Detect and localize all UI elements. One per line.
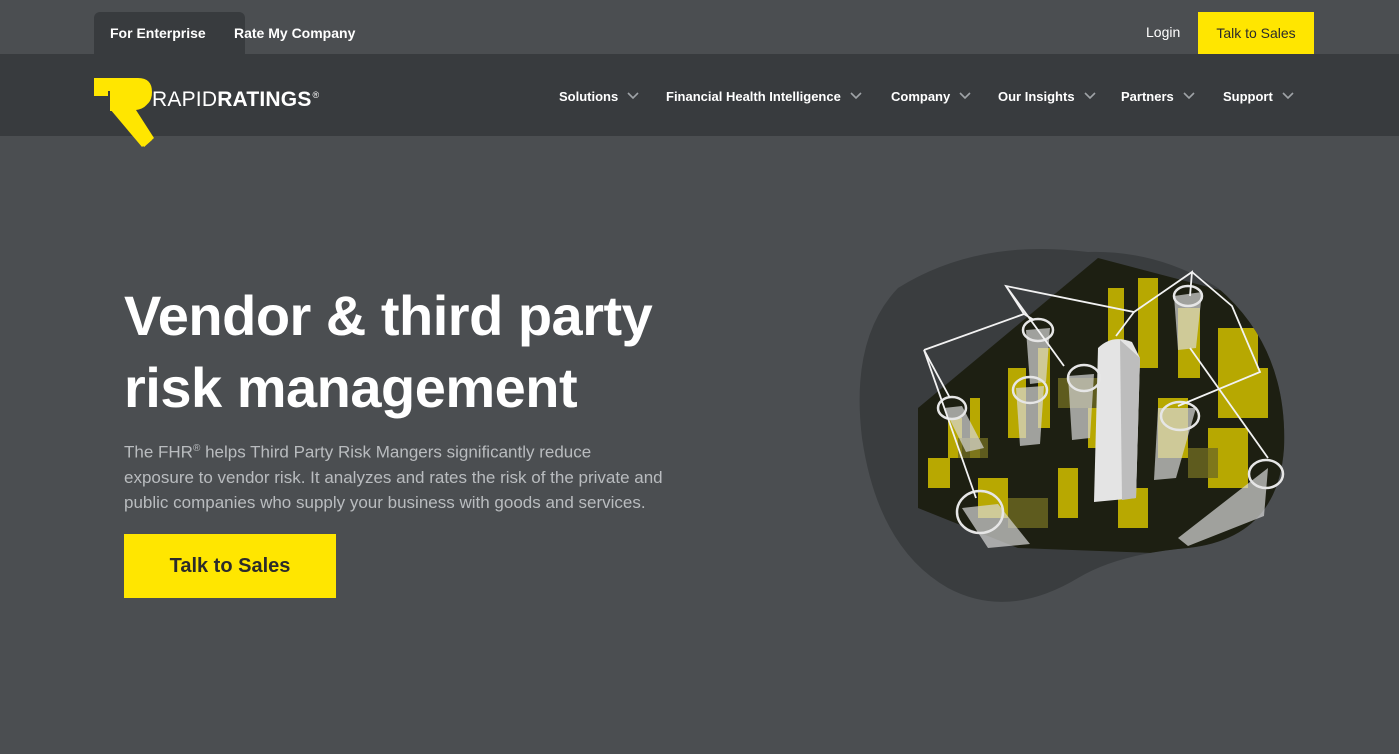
hero-description: The FHR® helps Third Party Risk Mangers …: [124, 436, 664, 515]
hero-title: Vendor & third party risk management: [124, 284, 653, 419]
city-skyline-illustration: [859, 248, 1285, 602]
chevron-down-icon: [1083, 92, 1096, 100]
talk-to-sales-hero-button[interactable]: Talk to Sales: [124, 534, 336, 598]
chevron-down-icon: [959, 92, 971, 100]
login-link[interactable]: Login: [1136, 12, 1190, 52]
nav-item-solutions[interactable]: Solutions: [559, 87, 639, 105]
hero-body-pre: The FHR: [124, 442, 193, 462]
hero-body-post: helps Third Party Risk Mangers significa…: [124, 442, 663, 512]
talk-to-sales-top-button[interactable]: Talk to Sales: [1198, 12, 1314, 54]
chevron-down-icon: [1282, 92, 1294, 100]
nav-item-label: Company: [891, 88, 951, 104]
nav-item-our-insights[interactable]: Our Insights: [998, 87, 1096, 105]
nav-item-label: Financial Health Intelligence: [666, 88, 841, 104]
main-navbar: RAPIDRATINGS® Solutions Financial Health…: [0, 54, 1399, 147]
nav-item-company[interactable]: Company: [891, 87, 971, 105]
chevron-down-icon: [1183, 92, 1195, 100]
logo-registered: ®: [312, 90, 320, 100]
nav-item-label: Partners: [1121, 88, 1174, 104]
chevron-down-icon: [627, 92, 639, 100]
logo-word-rapid: RAPID: [152, 88, 218, 111]
nav-item-label: Our Insights: [998, 88, 1075, 104]
logo-wordmark: RAPIDRATINGS®: [152, 88, 319, 112]
top-utility-bar: For Enterprise Rate My Company Login Tal…: [0, 0, 1399, 54]
nav-item-support[interactable]: Support: [1223, 87, 1294, 105]
nav-item-label: Solutions: [559, 88, 619, 104]
logo-mark-icon: [94, 78, 154, 147]
nav-item-partners[interactable]: Partners: [1121, 87, 1195, 105]
rapidratings-logo[interactable]: RAPIDRATINGS®: [94, 78, 324, 150]
logo-word-ratings: RATINGS: [217, 88, 312, 111]
chevron-down-icon: [850, 92, 862, 100]
tab-rate-my-company[interactable]: Rate My Company: [218, 12, 371, 54]
nav-item-label: Support: [1223, 88, 1273, 104]
nav-item-financial-health-intelligence[interactable]: Financial Health Intelligence: [666, 87, 862, 105]
